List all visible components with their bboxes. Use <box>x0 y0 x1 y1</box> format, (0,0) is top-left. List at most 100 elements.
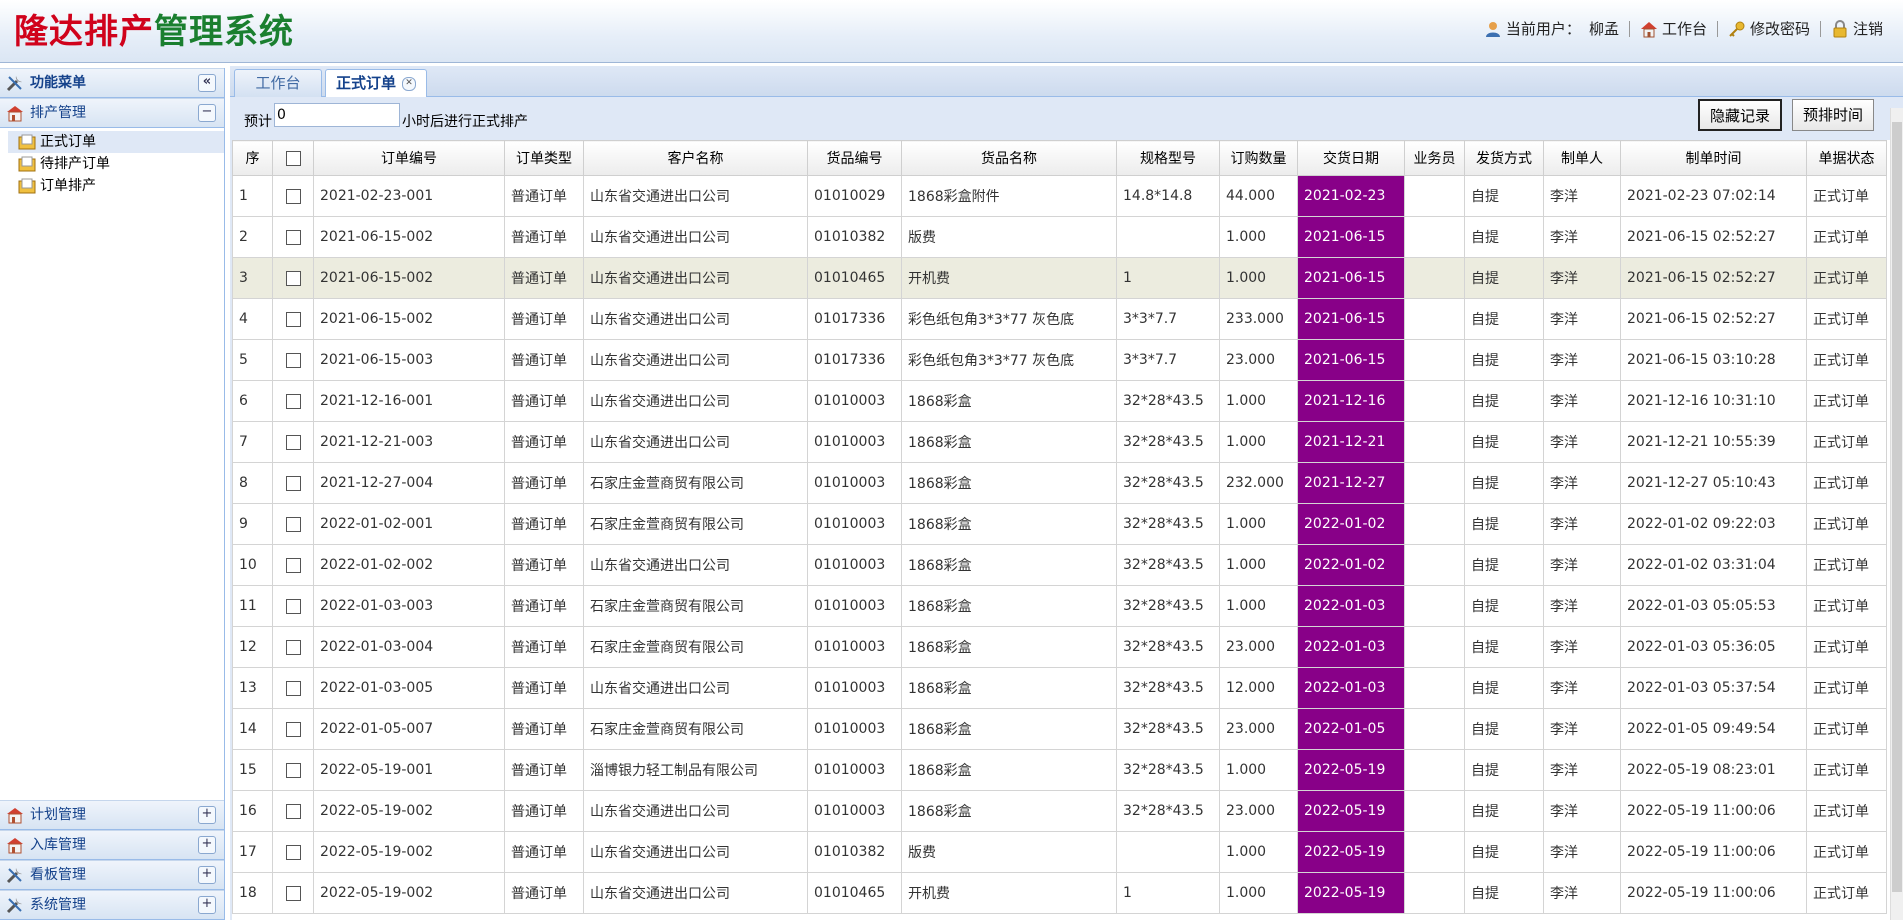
table-row[interactable]: 18 2022-05-19-002 普通订单 山东省交通进出口公司 01010465 开机… <box>232 872 1887 914</box>
table-row[interactable]: 15 2022-05-19-001 普通订单 淄博银力轻工制品有限公司 01010003… <box>232 749 1887 791</box>
row-checkbox[interactable] <box>285 557 301 573</box>
table-row[interactable]: 5 2021-06-15-003 普通订单 山东省交通进出口公司 01017336 彩色纸… <box>232 339 1887 381</box>
select-all-checkbox[interactable] <box>285 150 301 166</box>
sidebar-section-plan[interactable]: 计划管理 + <box>0 800 224 830</box>
row-checkbox-cell[interactable] <box>272 503 314 545</box>
table-cell: 正式订单 <box>1806 585 1887 627</box>
table-row[interactable]: 2 2021-06-15-002 普通订单 山东省交通进出口公司 01010382 版费 1… <box>232 216 1887 258</box>
table-cell: 自提 <box>1464 257 1544 299</box>
table-cell: 01017336 <box>807 298 902 340</box>
table-cell: 1868彩盒 <box>901 462 1117 504</box>
table-row[interactable]: 10 2022-01-02-002 普通订单 山东省交通进出口公司 01010003 18… <box>232 544 1887 586</box>
table-row[interactable]: 8 2021-12-27-004 普通订单 石家庄金萱商贸有限公司 01010003 18… <box>232 462 1887 504</box>
row-checkbox[interactable] <box>285 393 301 409</box>
row-checkbox-cell[interactable] <box>272 257 314 299</box>
expand-section-button[interactable]: + <box>198 806 216 824</box>
row-checkbox[interactable] <box>285 352 301 368</box>
row-checkbox[interactable] <box>285 762 301 778</box>
row-checkbox-cell[interactable] <box>272 339 314 381</box>
collapse-sidebar-button[interactable]: « <box>198 74 216 92</box>
scrollbar-thumb[interactable] <box>1892 122 1902 892</box>
row-checkbox[interactable] <box>285 598 301 614</box>
change-password-link[interactable]: 修改密码 <box>1718 18 1820 39</box>
expand-section-button[interactable]: + <box>198 896 216 914</box>
table-row[interactable]: 3 2021-06-15-002 普通订单 山东省交通进出口公司 01010465 开机费… <box>232 257 1887 299</box>
table-row[interactable]: 12 2022-01-03-004 普通订单 石家庄金萱商贸有限公司 01010003 1… <box>232 626 1887 668</box>
sidebar-item-pending-orders[interactable]: 待排产订单 <box>8 153 224 175</box>
sidebar-section-kanban[interactable]: 看板管理 + <box>0 860 224 890</box>
row-checkbox[interactable] <box>285 229 301 245</box>
app-header: 隆达排产管理系统 当前用户： 柳孟 工作台 修改密码 注销 <box>0 0 1903 63</box>
sidebar-section-system[interactable]: 系统管理 + <box>0 890 224 920</box>
close-icon[interactable]: ✕ <box>402 76 416 91</box>
table-cell: 石家庄金萱商贸有限公司 <box>583 708 808 750</box>
row-checkbox[interactable] <box>285 434 301 450</box>
table-cell <box>1404 339 1465 381</box>
row-checkbox-cell[interactable] <box>272 667 314 709</box>
sidebar-section-schedule[interactable]: 排产管理 − <box>0 98 224 128</box>
row-checkbox[interactable] <box>285 803 301 819</box>
row-checkbox[interactable] <box>285 188 301 204</box>
row-checkbox-cell[interactable] <box>272 626 314 668</box>
row-checkbox[interactable] <box>285 516 301 532</box>
table-row[interactable]: 14 2022-01-05-007 普通订单 石家庄金萱商贸有限公司 01010003 1… <box>232 708 1887 750</box>
workbench-link[interactable]: 工作台 <box>1630 18 1717 39</box>
table-cell: 32*28*43.5 <box>1116 380 1220 422</box>
row-checkbox-cell[interactable] <box>272 585 314 627</box>
sidebar-item-formal-orders[interactable]: 正式订单 <box>8 131 224 153</box>
row-checkbox-cell[interactable] <box>272 749 314 791</box>
table-cell: 山东省交通进出口公司 <box>583 216 808 258</box>
tab-workbench[interactable]: 工作台 <box>234 69 322 97</box>
row-checkbox[interactable] <box>285 721 301 737</box>
expand-section-button[interactable]: + <box>198 866 216 884</box>
select-all-checkbox-header[interactable] <box>272 140 314 176</box>
table-row[interactable]: 1 2021-02-23-001 普通订单 山东省交通进出口公司 01010029 186… <box>232 175 1887 217</box>
row-checkbox[interactable] <box>285 844 301 860</box>
table-row[interactable]: 7 2021-12-21-003 普通订单 山东省交通进出口公司 01010003 186… <box>232 421 1887 463</box>
row-checkbox[interactable] <box>285 639 301 655</box>
table-cell: 2022-01-02 03:31:04 <box>1620 544 1807 586</box>
logout-link[interactable]: 注销 <box>1821 18 1893 39</box>
vertical-scrollbar[interactable] <box>1890 108 1903 920</box>
row-checkbox-cell[interactable] <box>272 544 314 586</box>
expand-section-button[interactable]: + <box>198 836 216 854</box>
row-checkbox-cell[interactable] <box>272 298 314 340</box>
row-checkbox-cell[interactable] <box>272 421 314 463</box>
row-checkbox-cell[interactable] <box>272 175 314 217</box>
row-checkbox-cell[interactable] <box>272 380 314 422</box>
table-row[interactable]: 11 2022-01-03-003 普通订单 石家庄金萱商贸有限公司 01010003 1… <box>232 585 1887 627</box>
estimate-hours-input[interactable] <box>274 103 400 127</box>
table-cell: 自提 <box>1464 708 1544 750</box>
sidebar-section-inbound[interactable]: 入库管理 + <box>0 830 224 860</box>
row-checkbox-cell[interactable] <box>272 462 314 504</box>
table-row[interactable]: 16 2022-05-19-002 普通订单 山东省交通进出口公司 01010003 18… <box>232 790 1887 832</box>
table-cell: 山东省交通进出口公司 <box>583 380 808 422</box>
row-checkbox[interactable] <box>285 270 301 286</box>
hide-records-button[interactable]: 隐藏记录 <box>1698 99 1783 131</box>
table-cell: 1868彩盒 <box>901 790 1117 832</box>
table-cell: 李洋 <box>1543 380 1621 422</box>
table-cell: 1868彩盒 <box>901 667 1117 709</box>
table-cell <box>1404 626 1465 668</box>
pre-schedule-time-button[interactable]: 预排时间 <box>1792 99 1875 131</box>
row-checkbox-cell[interactable] <box>272 708 314 750</box>
row-checkbox-cell[interactable] <box>272 216 314 258</box>
row-checkbox[interactable] <box>285 680 301 696</box>
orders-table: 序 订单编号 订单类型 客户名称 货品编号 货品名称 规格型号 订购数量 交货日期 业务员 发货方式… <box>232 140 1887 914</box>
table-row[interactable]: 9 2022-01-02-001 普通订单 石家庄金萱商贸有限公司 01010003 18… <box>232 503 1887 545</box>
tab-formal-orders[interactable]: 正式订单 ✕ <box>325 69 427 98</box>
table-row[interactable]: 4 2021-06-15-002 普通订单 山东省交通进出口公司 01017336 彩色纸… <box>232 298 1887 340</box>
sidebar-item-order-scheduling[interactable]: 订单排产 <box>8 175 224 197</box>
delivery-date-cell: 2021-02-23 <box>1297 175 1405 217</box>
row-checkbox-cell[interactable] <box>272 831 314 873</box>
table-cell: 正式订单 <box>1806 462 1887 504</box>
table-row[interactable]: 17 2022-05-19-002 普通订单 山东省交通进出口公司 01010382 版费… <box>232 831 1887 873</box>
table-row[interactable]: 6 2021-12-16-001 普通订单 山东省交通进出口公司 01010003 186… <box>232 380 1887 422</box>
row-checkbox-cell[interactable] <box>272 872 314 914</box>
collapse-section-button[interactable]: − <box>198 104 216 122</box>
row-checkbox[interactable] <box>285 885 301 901</box>
row-checkbox-cell[interactable] <box>272 790 314 832</box>
row-checkbox[interactable] <box>285 311 301 327</box>
row-checkbox[interactable] <box>285 475 301 491</box>
table-row[interactable]: 13 2022-01-03-005 普通订单 山东省交通进出口公司 01010003 18… <box>232 667 1887 709</box>
